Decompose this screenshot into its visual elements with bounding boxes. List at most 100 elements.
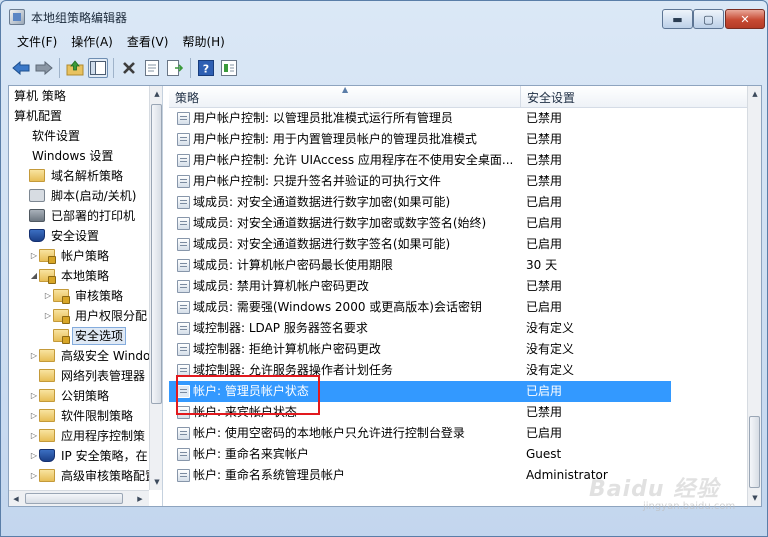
scroll-right-arrow-icon[interactable]: ▶: [133, 491, 147, 506]
tree-item[interactable]: ▷ 公钥策略: [9, 386, 149, 406]
delete-icon[interactable]: [119, 58, 139, 78]
scroll-left-arrow-icon[interactable]: ◀: [9, 491, 23, 506]
policy-row[interactable]: 域成员: 计算机帐户密码最长使用期限 30 天: [169, 255, 747, 276]
policy-row[interactable]: 域成员: 对安全通道数据进行数字签名(如果可能) 已启用: [169, 234, 747, 255]
policy-row[interactable]: 帐户: 管理员帐户状态 已启用: [169, 381, 671, 402]
toolbar: ?: [3, 54, 765, 82]
policy-row[interactable]: 用户帐户控制: 以管理员批准模式运行所有管理员 已禁用: [169, 108, 747, 129]
security-setting-value: 没有定义: [526, 321, 575, 335]
tree-item[interactable]: 算机 策略: [9, 86, 149, 106]
title-bar[interactable]: 本地组策略编辑器 ▬ ▢ ✕: [1, 1, 767, 31]
tree-item[interactable]: ▷ 高级审核策略配置: [9, 466, 157, 486]
policy-row[interactable]: 帐户: 重命名系统管理员帐户 Administrator: [169, 465, 747, 486]
tree-item-label: 公钥策略: [61, 389, 110, 403]
scroll-down-arrow-icon[interactable]: ▼: [748, 490, 761, 506]
policy-row[interactable]: 域成员: 禁用计算机帐户密码更改 已禁用: [169, 276, 747, 297]
scroll-up-arrow-icon[interactable]: ▲: [748, 86, 761, 102]
policy-row[interactable]: 用户帐户控制: 用于内置管理员帐户的管理员批准模式 已禁用: [169, 129, 747, 150]
tree-vertical-scrollbar[interactable]: ▲ ▼: [149, 86, 162, 490]
policy-row[interactable]: 域成员: 对安全通道数据进行数字加密(如果可能) 已启用: [169, 192, 747, 213]
tree-item[interactable]: 算机配置: [9, 106, 149, 126]
tree-item-label: 审核策略: [75, 289, 124, 303]
list-vertical-scrollbar[interactable]: ▲ ▼: [747, 86, 761, 506]
tree-item[interactable]: 已部署的打印机: [9, 206, 149, 226]
policy-row[interactable]: 用户帐户控制: 只提升签名并验证的可执行文件 已禁用: [169, 171, 747, 192]
expand-arrow-icon[interactable]: ▷: [29, 426, 39, 446]
locked-folder-icon: [53, 289, 70, 304]
column-header-policy[interactable]: 策略: [169, 86, 521, 108]
tree-scroll-thumb[interactable]: [151, 104, 162, 404]
scroll-down-arrow-icon[interactable]: ▼: [150, 474, 162, 490]
tree-item[interactable]: Windows 设置: [9, 146, 149, 166]
policy-setting-icon: [177, 406, 190, 419]
policy-row[interactable]: 帐户: 来宾帐户状态 已禁用: [169, 402, 747, 423]
expand-arrow-icon[interactable]: ▷: [43, 306, 53, 326]
tree-item[interactable]: 安全选项: [9, 326, 149, 346]
policy-row[interactable]: 域成员: 对安全通道数据进行数字加密或数字签名(始终) 已启用: [169, 213, 747, 234]
tree-hscroll-thumb[interactable]: [25, 493, 123, 504]
expand-arrow-icon[interactable]: ◢: [29, 266, 39, 286]
policy-row[interactable]: 帐户: 重命名来宾帐户 Guest: [169, 444, 747, 465]
close-button[interactable]: ✕: [725, 9, 765, 29]
list-scroll-thumb[interactable]: [749, 416, 760, 488]
policy-list: 用户帐户控制: 以管理员批准模式运行所有管理员 已禁用 用户帐户控制: 用于内置管理…: [169, 108, 747, 486]
scroll-up-arrow-icon[interactable]: ▲: [150, 86, 162, 102]
security-setting-value: Administrator: [526, 468, 608, 482]
tree-item-label: 帐户策略: [61, 249, 110, 263]
folder-icon: [39, 369, 55, 382]
expand-arrow-icon[interactable]: ▷: [29, 386, 39, 406]
menu-view[interactable]: 查看(V): [120, 32, 176, 53]
tree-item[interactable]: ▷ 审核策略: [9, 286, 149, 306]
policy-setting-icon: [177, 448, 190, 461]
tree-item[interactable]: 软件设置: [9, 126, 149, 146]
forward-arrow-icon[interactable]: [34, 58, 54, 78]
details-view-icon[interactable]: [219, 58, 239, 78]
tree-item[interactable]: ▷ 软件限制策略: [9, 406, 149, 426]
policy-row[interactable]: 域控制器: 允许服务器操作者计划任务 没有定义: [169, 360, 747, 381]
expand-arrow-icon[interactable]: ▷: [29, 466, 39, 486]
help-icon[interactable]: ?: [196, 58, 216, 78]
expand-arrow-icon[interactable]: ▷: [29, 406, 39, 426]
expand-arrow-icon[interactable]: ▷: [29, 446, 39, 466]
properties-icon[interactable]: [142, 58, 162, 78]
policy-name: 帐户: 重命名系统管理员帐户: [193, 468, 345, 482]
policy-setting-icon: [177, 217, 190, 230]
tree-item[interactable]: 网络列表管理器: [9, 366, 149, 386]
folder-icon: [39, 469, 55, 482]
policy-row[interactable]: 域成员: 需要强(Windows 2000 或更高版本)会话密钥 已启用: [169, 297, 747, 318]
menu-action[interactable]: 操作(A): [64, 32, 120, 53]
policy-row[interactable]: 域控制器: 拒绝计算机帐户密码更改 没有定义: [169, 339, 747, 360]
tree-horizontal-scrollbar[interactable]: ◀ ▶: [9, 490, 149, 506]
folder-icon: [29, 169, 45, 182]
tree-item-label: IP 安全策略，在: [61, 449, 148, 463]
policy-row[interactable]: 用户帐户控制: 允许 UIAccess 应用程序在不使用安全桌面... 已禁用: [169, 150, 747, 171]
tree-item[interactable]: ▷ IP 安全策略，在: [9, 446, 149, 466]
menu-file[interactable]: 文件(F): [3, 32, 64, 53]
expand-arrow-icon[interactable]: ▷: [29, 346, 39, 366]
menu-help[interactable]: 帮助(H): [175, 32, 231, 53]
security-setting-value: 已禁用: [526, 174, 563, 188]
tree-item[interactable]: 脚本(启动/关机): [9, 186, 149, 206]
tree-item[interactable]: ▷ 高级安全 Windo: [9, 346, 150, 366]
maximize-button[interactable]: ▢: [693, 9, 724, 29]
show-hide-tree-icon[interactable]: [88, 58, 108, 78]
tree-item[interactable]: ▷ 帐户策略: [9, 246, 149, 266]
expand-arrow-icon[interactable]: ▷: [43, 286, 53, 306]
tree-item[interactable]: ▷ 应用程序控制策: [9, 426, 149, 446]
export-list-icon[interactable]: [165, 58, 185, 78]
security-setting-value: 已启用: [526, 237, 563, 251]
console-tree: 算机 策略 算机配置 软件设置 Windows 设置 域名解析策略 脚本(启动/关机) 已部…: [9, 86, 157, 486]
back-arrow-icon[interactable]: [11, 58, 31, 78]
tree-item[interactable]: ▷ 用户权限分配: [9, 306, 149, 326]
policy-name: 域成员: 需要强(Windows 2000 或更高版本)会话密钥: [193, 300, 482, 314]
up-folder-icon[interactable]: [65, 58, 85, 78]
minimize-button[interactable]: ▬: [662, 9, 693, 29]
tree-item[interactable]: ◢ 本地策略: [9, 266, 149, 286]
tree-item[interactable]: 域名解析策略: [9, 166, 149, 186]
policy-row[interactable]: 域控制器: LDAP 服务器签名要求 没有定义: [169, 318, 747, 339]
tree-item[interactable]: 安全设置: [9, 226, 149, 246]
policy-row[interactable]: 帐户: 使用空密码的本地帐户只允许进行控制台登录 已启用: [169, 423, 747, 444]
column-header-security-setting[interactable]: 安全设置: [521, 86, 671, 108]
group-policy-app-icon: [9, 9, 25, 25]
expand-arrow-icon[interactable]: ▷: [29, 246, 39, 266]
